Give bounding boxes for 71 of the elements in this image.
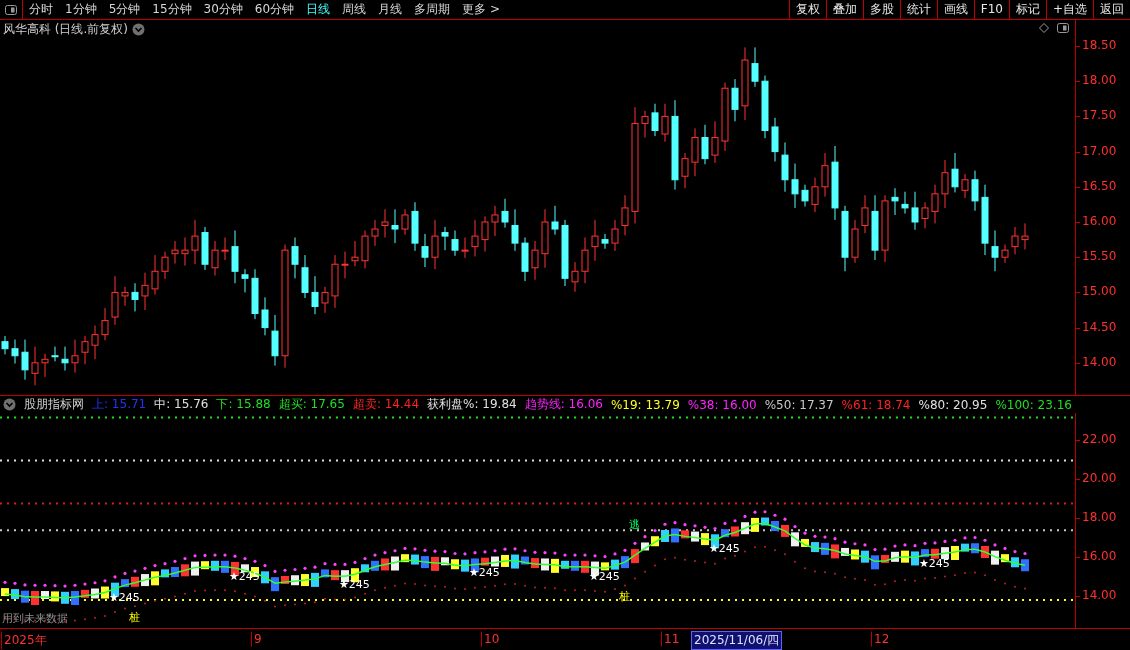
legend-item: %19: 13.79 [610, 397, 680, 412]
period-tab[interactable]: 多周期 [408, 0, 457, 19]
price-axis-label: 14.50 [1082, 319, 1117, 334]
legend-item: 下: 15.88 [216, 396, 271, 413]
signal-label: ★245 [589, 569, 620, 583]
legend-item: %50: 17.37 [764, 397, 834, 412]
toolbar-button[interactable]: F10 [973, 0, 1009, 19]
legend-item: 趋势线: 16.06 [524, 396, 603, 413]
date-axis-label: 12 [871, 631, 893, 647]
chevron-down-icon[interactable] [3, 398, 16, 411]
signal-label: ★245 [339, 578, 370, 592]
price-axis-label: 16.50 [1082, 178, 1117, 193]
legend-item: 上: 15.71 [92, 396, 147, 413]
period-tab[interactable]: 30分钟 [197, 0, 249, 19]
future-data-note: 用到未来数据 [2, 611, 68, 626]
date-axis-label: 10 [481, 631, 503, 647]
signal-label: ★245 [919, 557, 950, 571]
date-axis-label: 2025/11/06/四 [691, 631, 783, 650]
period-tab[interactable]: 更多 > [456, 0, 506, 19]
indicator-axis-label: 22.00 [1082, 432, 1117, 446]
price-axis-label: 16.00 [1082, 214, 1117, 228]
legend-item: %61: 18.74 [841, 397, 911, 412]
price-axis-label: 17.50 [1082, 108, 1117, 123]
price-axis-label: 15.50 [1082, 249, 1117, 264]
date-axis-label: 11 [661, 631, 683, 647]
toolbar-button[interactable]: 复权 [788, 0, 826, 19]
toolbar-button[interactable]: 返回 [1093, 0, 1130, 19]
indicator-axis-label: 16.00 [1082, 549, 1117, 563]
signal-label: ★245 [709, 542, 740, 556]
period-tab[interactable]: 1分钟 [59, 0, 103, 19]
panel-toggle-icon[interactable] [5, 4, 17, 15]
panel-toggle-icon[interactable] [1057, 23, 1069, 33]
chevron-down-icon[interactable] [132, 22, 145, 36]
date-axis-label: 9 [251, 631, 265, 647]
date-axis-label: 2025年 [1, 631, 50, 650]
period-tab[interactable]: 5分钟 [102, 0, 147, 19]
toolbar-button[interactable]: 叠加 [825, 0, 863, 19]
indicator-name: 股朋指标网 [24, 396, 84, 413]
chart-title: 风华高科 (日线.前复权) [3, 20, 128, 38]
signal-label: 桩 [619, 589, 630, 605]
legend-item: %100: 23.16 [995, 397, 1072, 412]
legend-item: %80: 20.95 [918, 397, 988, 412]
indicator-axis-label: 14.00 [1082, 588, 1117, 602]
price-axis-label: 18.00 [1082, 73, 1117, 88]
period-tab[interactable]: 60分钟 [248, 0, 301, 19]
price-axis-label: 17.00 [1082, 143, 1117, 158]
signal-label: ★245 [469, 566, 500, 580]
price-axis-label: 14.00 [1082, 354, 1117, 369]
legend-item: 获利盘%: 19.84 [427, 396, 517, 413]
signal-label: 桩 [129, 609, 140, 625]
indicator-axis-label: 20.00 [1082, 471, 1117, 485]
period-tab[interactable]: 15分钟 [146, 0, 198, 19]
legend-item: 超卖: 14.44 [352, 396, 420, 413]
legend-item: %38: 16.00 [687, 397, 757, 412]
toolbar-button[interactable]: 统计 [899, 0, 937, 19]
signal-label: ★245 [109, 590, 140, 604]
toolbar-button[interactable]: +自选 [1045, 0, 1093, 19]
legend-item: 超买: 17.65 [278, 396, 345, 413]
toolbar-button[interactable]: 标记 [1008, 0, 1046, 19]
signal-label: 逃 [629, 517, 640, 533]
signal-label: ★245 [229, 569, 260, 583]
legend-item: 中: 15.76 [154, 396, 209, 413]
toolbar-button[interactable]: 多股 [862, 0, 900, 19]
period-tab[interactable]: 周线 [336, 0, 373, 19]
period-tab[interactable]: 月线 [372, 0, 409, 19]
toolbar-button[interactable]: 画线 [936, 0, 974, 19]
period-tab[interactable]: 日线 [300, 0, 337, 19]
indicator-axis-label: 18.00 [1082, 510, 1117, 524]
price-axis-label: 18.50 [1082, 38, 1117, 52]
price-axis-label: 15.00 [1082, 284, 1117, 299]
period-tab[interactable]: 分时 [23, 0, 59, 19]
